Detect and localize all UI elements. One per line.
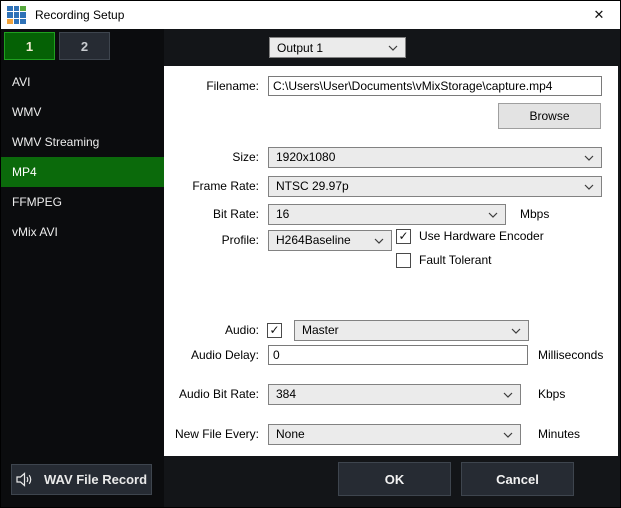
audio-delay-label: Audio Delay: (164, 345, 259, 366)
bit-rate-select[interactable]: 16 (268, 204, 506, 225)
size-select-value: 1920x1080 (276, 147, 335, 168)
chevron-down-icon (374, 238, 384, 244)
sidebar-item-avi[interactable]: AVI (1, 67, 164, 97)
fault-tolerant-checkbox[interactable] (396, 253, 411, 268)
sidebar-item-ffmpeg[interactable]: FFMPEG (1, 187, 164, 217)
format-menu: AVI WMV WMV Streaming MP4 FFMPEG vMix AV… (1, 67, 164, 247)
wav-button-label: WAV File Record (44, 472, 147, 487)
sidebar-item-vmix-avi[interactable]: vMix AVI (1, 217, 164, 247)
size-select[interactable]: 1920x1080 (268, 147, 602, 168)
chevron-down-icon (584, 184, 594, 190)
settings-panel: Filename: Browse Size: 1920x1080 Frame R… (164, 66, 618, 456)
frame-rate-select-value: NTSC 29.97p (276, 176, 349, 197)
frame-rate-label: Frame Rate: (164, 176, 259, 197)
speaker-icon (16, 472, 33, 487)
use-hardware-encoder-checkbox[interactable]: ✓ (396, 229, 411, 244)
sidebar: 1 2 AVI WMV WMV Streaming MP4 FFMPEG vMi… (1, 29, 164, 508)
recorder-tab-1[interactable]: 1 (4, 32, 55, 60)
audio-bus-select-value: Master (302, 320, 339, 341)
chevron-down-icon (388, 45, 398, 51)
filename-input[interactable] (268, 76, 602, 96)
audio-checkbox[interactable]: ✓ (267, 323, 282, 338)
filename-label: Filename: (164, 76, 259, 97)
titlebar: Recording Setup ✕ (1, 1, 620, 29)
chevron-down-icon (503, 432, 513, 438)
chevron-down-icon (584, 155, 594, 161)
chevron-down-icon (488, 212, 498, 218)
vmix-logo-icon (7, 6, 26, 25)
output-select-value: Output 1 (277, 41, 323, 55)
profile-select[interactable]: H264Baseline (268, 230, 392, 251)
ok-button[interactable]: OK (338, 462, 451, 496)
new-file-every-select-value: None (276, 424, 305, 445)
audio-bit-rate-unit: Kbps (538, 384, 565, 405)
audio-label: Audio: (164, 320, 259, 341)
chevron-down-icon (503, 392, 513, 398)
size-label: Size: (164, 147, 259, 168)
audio-bit-rate-label: Audio Bit Rate: (164, 384, 259, 405)
output-select[interactable]: Output 1 (269, 37, 406, 58)
audio-bus-select[interactable]: Master (294, 320, 529, 341)
use-hardware-encoder-label: Use Hardware Encoder (419, 228, 544, 244)
sidebar-item-wmv-streaming[interactable]: WMV Streaming (1, 127, 164, 157)
bit-rate-label: Bit Rate: (164, 204, 259, 225)
bit-rate-unit: Mbps (520, 204, 549, 225)
recorder-tab-2[interactable]: 2 (59, 32, 110, 60)
new-file-every-label: New File Every: (164, 424, 259, 445)
wav-file-record-button[interactable]: WAV File Record (11, 464, 152, 495)
frame-rate-select[interactable]: NTSC 29.97p (268, 176, 602, 197)
recording-setup-dialog: Recording Setup ✕ 1 2 AVI WMV WMV Stream… (0, 0, 621, 508)
audio-delay-input[interactable] (268, 345, 528, 365)
browse-button[interactable]: Browse (498, 103, 601, 129)
profile-select-value: H264Baseline (276, 230, 351, 251)
profile-label: Profile: (164, 230, 259, 251)
bit-rate-select-value: 16 (276, 204, 289, 225)
new-file-every-unit: Minutes (538, 424, 580, 445)
window-title: Recording Setup (35, 8, 124, 22)
cancel-button[interactable]: Cancel (461, 462, 574, 496)
audio-delay-unit: Milliseconds (538, 345, 603, 366)
audio-bit-rate-select-value: 384 (276, 384, 296, 405)
audio-bit-rate-select[interactable]: 384 (268, 384, 521, 405)
sidebar-item-wmv[interactable]: WMV (1, 97, 164, 127)
new-file-every-select[interactable]: None (268, 424, 521, 445)
chevron-down-icon (511, 328, 521, 334)
fault-tolerant-label: Fault Tolerant (419, 252, 492, 268)
close-icon[interactable]: ✕ (578, 1, 620, 29)
sidebar-item-mp4[interactable]: MP4 (1, 157, 164, 187)
